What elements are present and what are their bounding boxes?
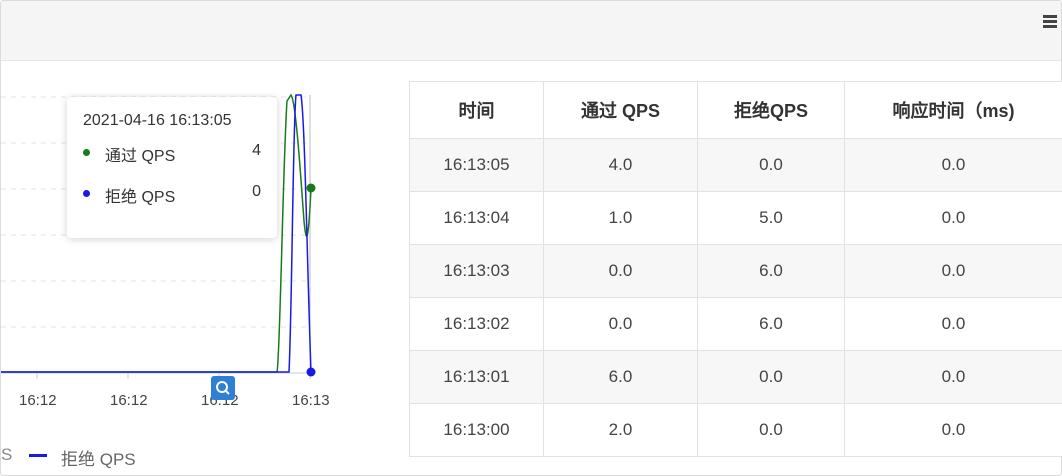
cell-response-time: 0.0	[844, 244, 1062, 298]
cell-response-time: 0.0	[844, 191, 1062, 245]
qps-table: 时间 通过 QPS 拒绝QPS 响应时间（ms) 16:13:05 4.0 0.…	[409, 81, 1062, 457]
table-row: 16:13:03 0.0 6.0 0.0	[409, 244, 1062, 298]
tooltip-series-name: 拒绝 QPS	[105, 189, 176, 206]
zoom-icon	[216, 381, 230, 395]
zoom-button[interactable]	[211, 376, 235, 400]
cell-pass-qps: 4.0	[543, 138, 698, 192]
pass-qps-dot	[83, 149, 90, 156]
legend-label-block-qps[interactable]: 拒绝 QPS	[61, 445, 136, 470]
column-header-block-qps: 拒绝QPS	[697, 81, 845, 139]
menu-icon[interactable]	[1043, 15, 1057, 31]
cell-time: 16:13:04	[409, 191, 544, 245]
pass-qps-hover-point	[306, 183, 316, 193]
column-header-time: 时间	[409, 81, 544, 139]
block-qps-hover-point	[306, 367, 316, 377]
table-header-row: 时间 通过 QPS 拒绝QPS 响应时间（ms)	[409, 81, 1062, 139]
table-row: 16:13:05 4.0 0.0 0.0	[409, 138, 1062, 192]
legend-swatch-block-qps[interactable]	[29, 454, 47, 457]
x-tick-label: 16:13	[292, 392, 330, 409]
cell-pass-qps: 0.0	[543, 244, 698, 298]
cell-pass-qps: 0.0	[543, 297, 698, 351]
cell-response-time: 0.0	[844, 403, 1062, 457]
table-row: 16:13:00 2.0 0.0 0.0	[409, 403, 1062, 457]
qps-panel: 16:12 16:12 16:12 16:13 2021-04-16 16:13…	[0, 0, 1062, 476]
cell-block-qps: 0.0	[697, 138, 845, 192]
cell-block-qps: 5.0	[697, 191, 845, 245]
tooltip-series-value: 4	[252, 142, 261, 159]
qps-chart: 16:12 16:12 16:12 16:13 2021-04-16 16:13…	[1, 61, 401, 476]
column-header-response-time: 响应时间（ms)	[844, 81, 1062, 139]
cell-time: 16:13:00	[409, 403, 544, 457]
cell-block-qps: 0.0	[697, 403, 845, 457]
cell-pass-qps: 6.0	[543, 350, 698, 404]
tooltip-series-name: 通过 QPS	[105, 148, 176, 165]
x-tick-label: 16:12	[110, 392, 148, 409]
cell-time: 16:13:02	[409, 297, 544, 351]
cell-block-qps: 6.0	[697, 244, 845, 298]
cell-time: 16:13:03	[409, 244, 544, 298]
chart-tooltip: 2021-04-16 16:13:05 通过 QPS 4 拒绝 QPS 0	[67, 97, 277, 238]
cell-response-time: 0.0	[844, 350, 1062, 404]
panel-header	[1, 1, 1061, 61]
cell-pass-qps: 1.0	[543, 191, 698, 245]
tooltip-series-value: 0	[252, 183, 261, 200]
table-row: 16:13:04 1.0 5.0 0.0	[409, 191, 1062, 245]
cell-block-qps: 0.0	[697, 350, 845, 404]
cell-response-time: 0.0	[844, 297, 1062, 351]
column-header-pass-qps: 通过 QPS	[543, 81, 698, 139]
tooltip-row-pass-qps: 通过 QPS 4	[83, 142, 261, 165]
cell-response-time: 0.0	[844, 138, 1062, 192]
x-tick-label: 16:12	[19, 392, 57, 409]
cell-block-qps: 6.0	[697, 297, 845, 351]
cell-time: 16:13:01	[409, 350, 544, 404]
tooltip-row-block-qps: 拒绝 QPS 0	[83, 183, 261, 206]
table-row: 16:13:02 0.0 6.0 0.0	[409, 297, 1062, 351]
tooltip-time: 2021-04-16 16:13:05	[83, 112, 232, 129]
x-axis-ticks	[36, 373, 311, 379]
block-qps-dot	[83, 190, 90, 197]
cell-pass-qps: 2.0	[543, 403, 698, 457]
legend-item-partial[interactable]: S	[1, 445, 12, 465]
table-row: 16:13:01 6.0 0.0 0.0	[409, 350, 1062, 404]
cell-time: 16:13:05	[409, 138, 544, 192]
